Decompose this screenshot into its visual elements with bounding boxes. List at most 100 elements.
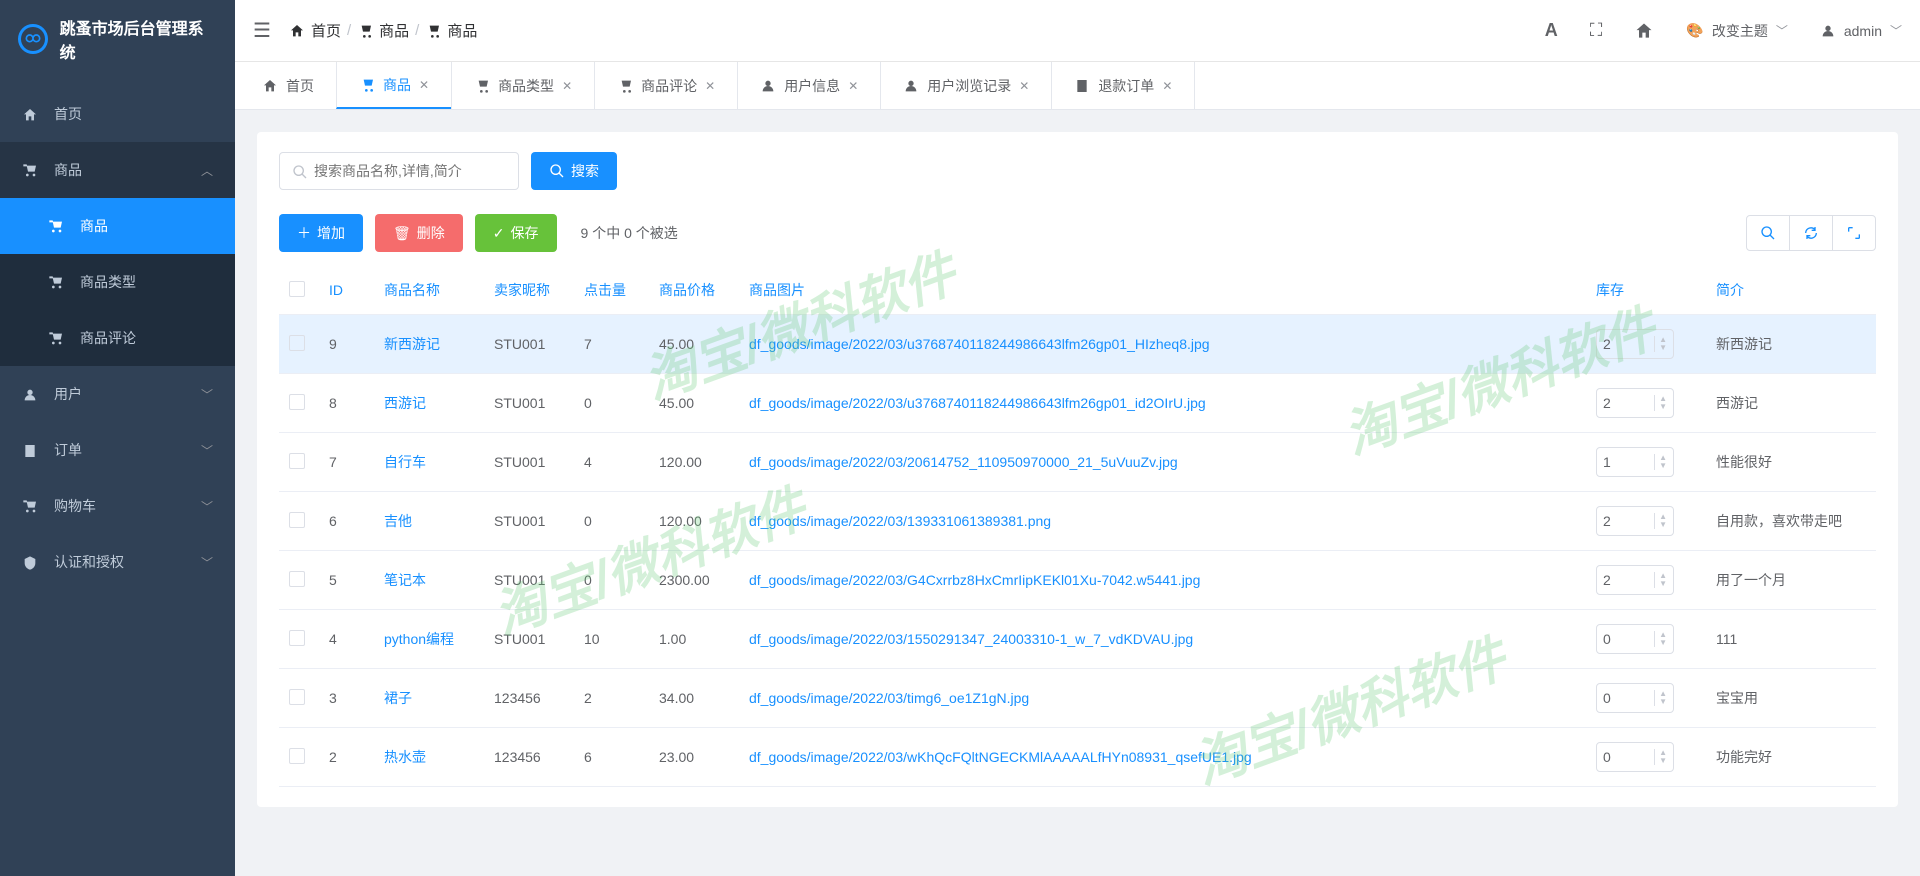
cell-name-link[interactable]: 新西游记 [384, 336, 440, 352]
table-row[interactable]: 7自行车STU0014120.00df_goods/image/2022/03/… [279, 433, 1876, 492]
tab[interactable]: 退款订单✕ [1051, 62, 1195, 109]
tab[interactable]: 首页 [240, 62, 337, 109]
breadcrumb-item[interactable]: 商品 [425, 20, 477, 41]
table-row[interactable]: 5笔记本STU00102300.00df_goods/image/2022/03… [279, 551, 1876, 610]
stock-input[interactable]: 1▲▼ [1596, 447, 1674, 477]
column-header[interactable]: 商品价格 [649, 266, 739, 315]
theme-dropdown[interactable]: 🎨 改变主题 ﹀ [1686, 21, 1787, 41]
cell-image-link[interactable]: df_goods/image/2022/03/139331061389381.p… [749, 513, 1051, 529]
expand-icon[interactable]: ⛶ [1590, 20, 1603, 41]
save-button[interactable]: ✓ 保存 [475, 214, 557, 252]
hamburger-icon[interactable]: ☰ [253, 18, 271, 43]
logo-icon [18, 24, 48, 54]
row-checkbox[interactable] [289, 512, 305, 528]
cell-name-link[interactable]: 笔记本 [384, 572, 426, 588]
tab[interactable]: 商品评论✕ [594, 62, 738, 109]
font-icon[interactable]: A [1545, 20, 1558, 41]
sidebar-item-cart[interactable]: 购物车 ﹀ [0, 478, 235, 534]
cell-image-link[interactable]: df_goods/image/2022/03/wKhQcFQltNGECKMlA… [749, 749, 1252, 765]
stock-input[interactable]: 2▲▼ [1596, 329, 1674, 359]
stepper-icon[interactable]: ▲▼ [1654, 749, 1667, 765]
cell-name-link[interactable]: 热水壶 [384, 749, 426, 765]
table-row[interactable]: 4python编程STU001101.00df_goods/image/2022… [279, 610, 1876, 669]
cell-image-link[interactable]: df_goods/image/2022/03/u3768740118244986… [749, 395, 1206, 411]
close-icon[interactable]: ✕ [1162, 79, 1172, 93]
close-icon[interactable]: ✕ [848, 79, 858, 93]
select-all-checkbox[interactable] [289, 281, 305, 297]
plus-icon: ＋ [297, 223, 311, 243]
row-checkbox[interactable] [289, 453, 305, 469]
cell-name-link[interactable]: 西游记 [384, 395, 426, 411]
add-button[interactable]: ＋ 增加 [279, 214, 363, 252]
row-checkbox[interactable] [289, 394, 305, 410]
cell-name-link[interactable]: 吉他 [384, 513, 412, 529]
cell-image-link[interactable]: df_goods/image/2022/03/1550291347_240033… [749, 631, 1193, 647]
stock-input[interactable]: 2▲▼ [1596, 388, 1674, 418]
cell-image-link[interactable]: df_goods/image/2022/03/G4Cxrrbz8HxCmrIip… [749, 572, 1200, 588]
close-icon[interactable]: ✕ [705, 79, 715, 93]
sidebar-item-goods-list[interactable]: 商品 [0, 198, 235, 254]
cell-seller: STU001 [484, 551, 574, 610]
stepper-icon[interactable]: ▲▼ [1654, 631, 1667, 647]
stock-input[interactable]: 0▲▼ [1596, 683, 1674, 713]
table-row[interactable]: 9新西游记STU001745.00df_goods/image/2022/03/… [279, 315, 1876, 374]
tab[interactable]: 用户浏览记录✕ [880, 62, 1052, 109]
sidebar-item-goods-comment[interactable]: 商品评论 [0, 310, 235, 366]
sidebar-item-order[interactable]: 订单 ﹀ [0, 422, 235, 478]
close-icon[interactable]: ✕ [419, 78, 429, 92]
tab[interactable]: 用户信息✕ [737, 62, 881, 109]
cell-image-link[interactable]: df_goods/image/2022/03/20614752_11095097… [749, 454, 1178, 470]
stock-input[interactable]: 0▲▼ [1596, 624, 1674, 654]
column-header[interactable]: 点击量 [574, 266, 649, 315]
column-header[interactable]: 商品名称 [374, 266, 484, 315]
cell-name-link[interactable]: 裙子 [384, 690, 412, 706]
row-checkbox[interactable] [289, 689, 305, 705]
stock-input[interactable]: 2▲▼ [1596, 565, 1674, 595]
stepper-icon[interactable]: ▲▼ [1654, 395, 1667, 411]
column-header[interactable]: 商品图片 [739, 266, 1586, 315]
sidebar-item-home[interactable]: 首页 [0, 86, 235, 142]
stepper-icon[interactable]: ▲▼ [1654, 513, 1667, 529]
stepper-icon[interactable]: ▲▼ [1654, 454, 1667, 470]
fullscreen-icon-button[interactable] [1832, 215, 1876, 251]
search-icon-button[interactable] [1746, 215, 1790, 251]
close-icon[interactable]: ✕ [1019, 79, 1029, 93]
close-icon[interactable]: ✕ [562, 79, 572, 93]
column-header[interactable]: ID [319, 266, 374, 315]
stepper-icon[interactable]: ▲▼ [1654, 690, 1667, 706]
stepper-icon[interactable]: ▲▼ [1654, 336, 1667, 352]
column-header[interactable]: 简介 [1706, 266, 1876, 315]
breadcrumb-item[interactable]: 首页 [289, 20, 341, 41]
refresh-icon-button[interactable] [1789, 215, 1833, 251]
sidebar-item-goods[interactable]: 商品 ︿ [0, 142, 235, 198]
tab[interactable]: 商品✕ [336, 62, 452, 109]
home-icon[interactable] [1634, 20, 1654, 41]
cell-name-link[interactable]: 自行车 [384, 454, 426, 470]
row-checkbox[interactable] [289, 748, 305, 764]
stock-input[interactable]: 0▲▼ [1596, 742, 1674, 772]
search-input[interactable] [314, 163, 506, 179]
table-row[interactable]: 8西游记STU001045.00df_goods/image/2022/03/u… [279, 374, 1876, 433]
user-dropdown[interactable]: admin ﹀ [1820, 22, 1902, 39]
search-button[interactable]: 搜索 [531, 152, 617, 190]
sidebar-item-auth[interactable]: 认证和授权 ﹀ [0, 534, 235, 590]
column-header[interactable]: 卖家昵称 [484, 266, 574, 315]
column-header[interactable]: 库存 [1586, 266, 1706, 315]
table-row[interactable]: 3裙子123456234.00df_goods/image/2022/03/ti… [279, 669, 1876, 728]
cell-name-link[interactable]: python编程 [384, 631, 454, 647]
cell-image-link[interactable]: df_goods/image/2022/03/u3768740118244986… [749, 336, 1210, 352]
table-row[interactable]: 2热水壶123456623.00df_goods/image/2022/03/w… [279, 728, 1876, 787]
cell-image-link[interactable]: df_goods/image/2022/03/timg6_oe1Z1gN.jpg [749, 690, 1029, 706]
stock-input[interactable]: 2▲▼ [1596, 506, 1674, 536]
delete-button[interactable]: 🗑 删除 [375, 214, 463, 252]
row-checkbox[interactable] [289, 571, 305, 587]
sidebar-item-goods-type[interactable]: 商品类型 [0, 254, 235, 310]
breadcrumb-item[interactable]: 商品 [357, 20, 409, 41]
row-checkbox[interactable] [289, 630, 305, 646]
sidebar-item-user[interactable]: 用户 ﹀ [0, 366, 235, 422]
row-checkbox[interactable] [289, 335, 305, 351]
tab[interactable]: 商品类型✕ [451, 62, 595, 109]
sidebar-label: 购物车 [54, 496, 96, 516]
table-row[interactable]: 6吉他STU0010120.00df_goods/image/2022/03/1… [279, 492, 1876, 551]
stepper-icon[interactable]: ▲▼ [1654, 572, 1667, 588]
